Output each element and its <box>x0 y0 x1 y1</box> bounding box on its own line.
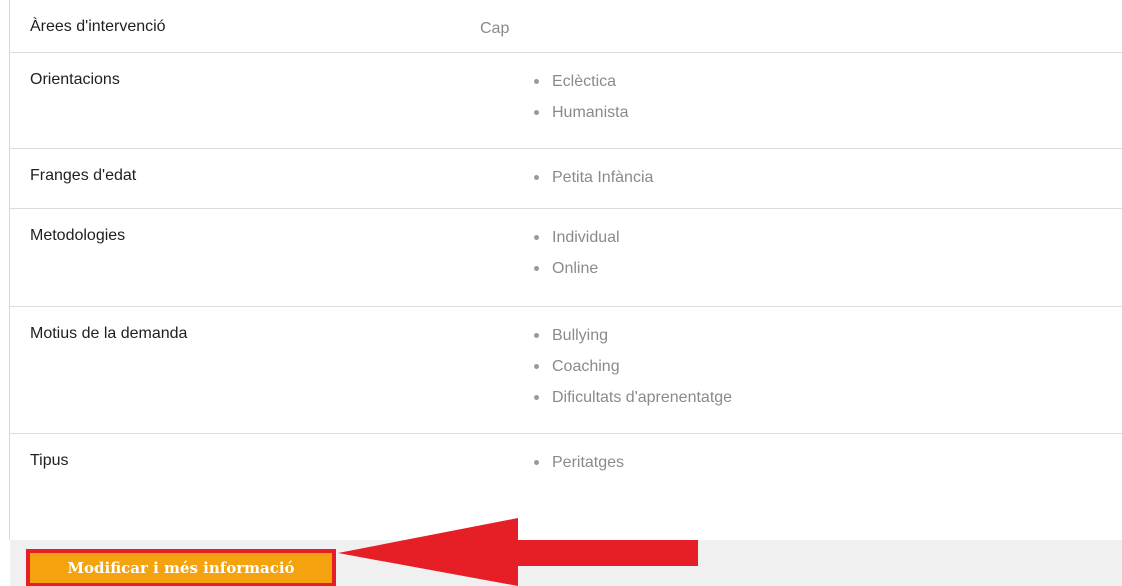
row-arees: Àrees d'intervenció Cap <box>10 0 1122 53</box>
bullet-dot-icon <box>534 333 539 338</box>
row-label-metodologies: Metodologies <box>30 227 126 244</box>
row-motius-demanda: Motius de la demanda Bullying Coaching D… <box>10 307 1122 434</box>
list-item: Individual <box>520 222 620 253</box>
row-label-tipus: Tipus <box>30 452 69 469</box>
tipus-list: Peritatges <box>520 447 624 478</box>
row-label-motius-demanda: Motius de la demanda <box>30 325 188 342</box>
list-item: Eclèctica <box>520 66 628 97</box>
row-label-franges-edat: Franges d'edat <box>30 167 137 184</box>
bullet-dot-icon <box>534 175 539 180</box>
left-arrow-icon <box>338 518 698 586</box>
row-metodologies: Metodologies Individual Online <box>10 209 1122 307</box>
orientacions-list: Eclèctica Humanista <box>520 66 628 128</box>
bullet-dot-icon <box>534 364 539 369</box>
list-item: Dificultats d'aprenentatge <box>520 382 732 413</box>
row-value-arees: Cap <box>480 20 510 37</box>
motius-demanda-list: Bullying Coaching Dificultats d'aprenent… <box>520 320 732 413</box>
row-label-orientacions: Orientacions <box>30 71 120 88</box>
list-item: Bullying <box>520 320 732 351</box>
list-item: Peritatges <box>520 447 624 478</box>
bullet-dot-icon <box>534 460 539 465</box>
bullet-dot-icon <box>534 395 539 400</box>
list-item: Petita Infància <box>520 162 653 193</box>
list-item: Online <box>520 253 620 284</box>
metodologies-list: Individual Online <box>520 222 620 284</box>
bullet-dot-icon <box>534 110 539 115</box>
row-orientacions: Orientacions Eclèctica Humanista <box>10 53 1122 149</box>
franges-edat-list: Petita Infància <box>520 162 653 193</box>
profile-details-page: Àrees d'intervenció Cap Orientacions Ecl… <box>0 0 1122 586</box>
bullet-dot-icon <box>534 266 539 271</box>
info-table: Àrees d'intervenció Cap Orientacions Ecl… <box>10 0 1122 540</box>
row-label-arees: Àrees d'intervenció <box>30 18 166 35</box>
annotation-arrow-shape <box>338 518 698 586</box>
modificar-info-button[interactable]: Modificar i més informació <box>26 549 336 586</box>
list-item: Humanista <box>520 97 628 128</box>
bullet-dot-icon <box>534 235 539 240</box>
row-franges-edat: Franges d'edat Petita Infància <box>10 149 1122 209</box>
list-item: Coaching <box>520 351 732 382</box>
bullet-dot-icon <box>534 79 539 84</box>
